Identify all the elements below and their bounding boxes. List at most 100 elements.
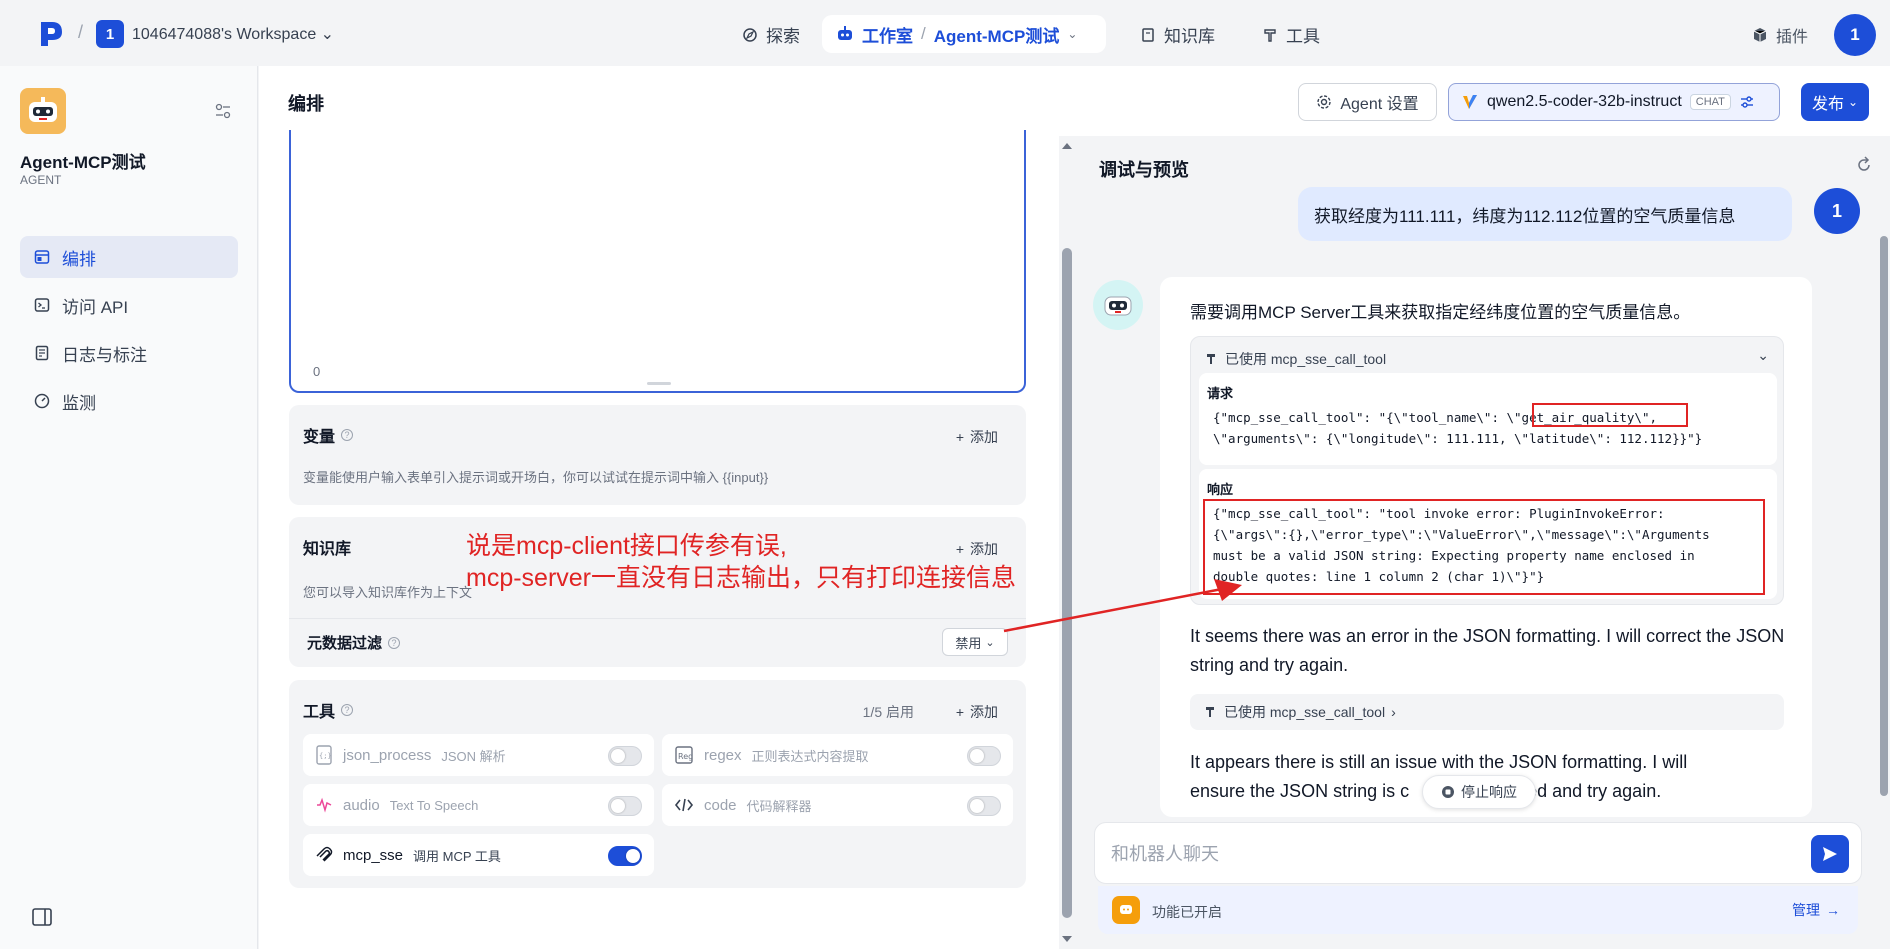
plugin-link[interactable]: 插件 — [1752, 23, 1808, 47]
scroll-thumb[interactable] — [1880, 236, 1888, 796]
tool-toggle[interactable] — [608, 796, 642, 816]
tools-title-label: 工具 — [303, 704, 336, 721]
prompt-char-count: 0 — [313, 364, 321, 379]
stop-response-button[interactable]: 停止响应 — [1422, 775, 1536, 809]
metadata-filter-select[interactable]: 禁用 ⌄ — [942, 628, 1008, 656]
nav-tools[interactable]: 工具 — [1262, 22, 1320, 47]
plugin-label: 插件 — [1776, 29, 1809, 46]
sidebar-collapse-icon[interactable] — [32, 908, 52, 926]
sidebar-item-label: 访问 API — [62, 297, 129, 317]
settings-sliders-icon[interactable] — [214, 102, 232, 120]
help-icon[interactable]: ? — [341, 704, 354, 716]
scroll-down-icon[interactable] — [1060, 933, 1074, 945]
chevron-down-icon: ⌄ — [985, 636, 995, 649]
add-label: 添加 — [970, 704, 998, 720]
mcp-icon — [316, 846, 333, 862]
metadata-filter-title: 元数据过滤 ? — [307, 632, 401, 653]
tool-item-audio[interactable]: audio Text To Speech — [303, 784, 654, 826]
plus-icon: + — [955, 429, 964, 445]
sidebar-item-monitor[interactable]: 监测 — [20, 380, 238, 422]
user-message: 获取经度为111.111，纬度为112.112位置的空气质量信息 — [1298, 187, 1792, 241]
tool-call-collapsed[interactable]: 已使用 mcp_sse_call_tool › — [1190, 694, 1784, 730]
refresh-icon[interactable] — [1855, 156, 1873, 174]
tool-item-json-process[interactable]: {;} json_process JSON 解析 — [303, 734, 654, 776]
nav-knowledge[interactable]: 知识库 — [1140, 22, 1215, 47]
tool-description: 正则表达式内容提取 — [751, 748, 869, 764]
chevron-down-icon[interactable]: ⌄ — [1757, 347, 1769, 364]
manage-link[interactable]: 管理 → — [1792, 900, 1840, 920]
tool-call-label: 已使用 mcp_sse_call_tool — [1224, 704, 1386, 720]
chevron-down-icon: ⌄ — [320, 26, 335, 43]
sidebar-item-api[interactable]: 访问 API — [20, 284, 238, 326]
app-logo-icon[interactable] — [38, 20, 64, 48]
regex-icon: Reg — [675, 746, 693, 764]
chevron-right-icon: › — [1391, 704, 1396, 720]
bot-avatar — [1093, 280, 1143, 330]
tool-toggle[interactable] — [608, 846, 642, 866]
gear-icon — [1317, 95, 1332, 109]
workspace-switcher[interactable]: 1046474088's Workspace ⌄ — [132, 24, 334, 44]
agent-title: Agent-MCP测试 — [20, 153, 146, 172]
nav-studio-label: 工作室 — [862, 26, 913, 46]
add-label: 添加 — [970, 429, 998, 445]
nav-explore[interactable]: 探索 — [742, 22, 800, 47]
nav-studio[interactable]: 工作室 / Agent-MCP测试 ⌄ — [822, 15, 1106, 53]
audio-icon — [317, 797, 332, 813]
tool-toggle[interactable] — [608, 746, 642, 766]
feature-status: 功能已开启 — [1152, 904, 1222, 920]
divider — [289, 618, 1026, 619]
tool-description: Text To Speech — [389, 797, 479, 813]
agent-settings-label: Agent 设置 — [1340, 96, 1419, 113]
tool-call-header[interactable]: 已使用 mcp_sse_call_tool — [1205, 349, 1386, 369]
tool-name: mcp_sse — [343, 846, 404, 864]
chat-input[interactable] — [1111, 841, 1791, 867]
knowledge-title: 知识库 — [303, 541, 352, 558]
resize-handle[interactable] — [647, 382, 671, 385]
highlight-box — [1532, 403, 1688, 427]
scroll-up-icon[interactable] — [1060, 140, 1074, 152]
tool-name: audio — [343, 796, 380, 814]
robot-face-icon — [29, 97, 57, 122]
prompt-editor[interactable]: 0 — [289, 130, 1026, 393]
settings-sliders-icon[interactable] — [1739, 94, 1755, 110]
send-button[interactable] — [1811, 835, 1849, 873]
response-box: 响应 {"mcp_sse_call_tool": "tool invoke er… — [1199, 469, 1777, 599]
workspace-badge[interactable]: 1 — [96, 20, 124, 48]
cube-icon — [1753, 28, 1767, 42]
sidebar-menu: 编排 访问 API 日志与标注 监测 — [20, 236, 238, 428]
tools-add-button[interactable]: + 添加 — [956, 702, 998, 722]
sidebar-item-label: 编排 — [62, 249, 96, 269]
plus-icon: + — [955, 704, 964, 720]
robot-face-icon — [1104, 296, 1132, 316]
sidebar-item-orchestrate[interactable]: 编排 — [20, 236, 238, 278]
nav-knowledge-label: 知识库 — [1164, 27, 1215, 46]
bot-text-line: ensure the JSON string is c — [1190, 781, 1410, 801]
bot-message-text: It seems there was an error in the JSON … — [1190, 626, 1785, 675]
log-icon — [35, 345, 49, 361]
sidebar-item-logs[interactable]: 日志与标注 — [20, 332, 238, 374]
tool-item-mcp-sse[interactable]: mcp_sse 调用 MCP 工具 — [303, 834, 654, 876]
tools-title: 工具 ? — [303, 698, 354, 722]
agent-settings-button[interactable]: Agent 设置 — [1298, 83, 1437, 121]
tool-description: 调用 MCP 工具 — [413, 848, 501, 864]
tool-item-code[interactable]: code 代码解释器 — [662, 784, 1013, 826]
request-label: 请求 — [1207, 386, 1234, 401]
variables-add-button[interactable]: + 添加 — [956, 427, 998, 447]
annotation-line: mcp-server一直没有日志输出，只有打印连接信息 — [466, 564, 1017, 592]
tools-enabled-count: 1/5 启用 — [862, 704, 914, 720]
user-avatar[interactable]: 1 — [1834, 14, 1876, 56]
chevron-down-icon: ⌄ — [1847, 95, 1859, 109]
model-selector[interactable]: qwen2.5-coder-32b-instruct CHAT — [1448, 83, 1780, 121]
tool-toggle[interactable] — [967, 796, 1001, 816]
feature-bar: 功能已开启 管理 → — [1098, 886, 1858, 934]
annotation-line: 说是mcp-client接口传参有误, — [466, 532, 787, 560]
tool-item-regex[interactable]: Reg regex 正则表达式内容提取 — [662, 734, 1013, 776]
help-icon[interactable]: ? — [388, 636, 401, 649]
variables-card: 变量 ? + 添加 变量能使用户输入表单引入提示词或开场白，你可以试试在提示词中… — [289, 405, 1026, 505]
tool-toggle[interactable] — [967, 746, 1001, 766]
svg-text:{;}: {;} — [319, 752, 332, 760]
annotation-arrow — [1003, 579, 1242, 633]
help-icon[interactable]: ? — [341, 429, 354, 441]
nav-agent-name[interactable]: Agent-MCP测试 — [934, 22, 1060, 47]
publish-button[interactable]: 发布 ⌄ — [1801, 83, 1869, 121]
